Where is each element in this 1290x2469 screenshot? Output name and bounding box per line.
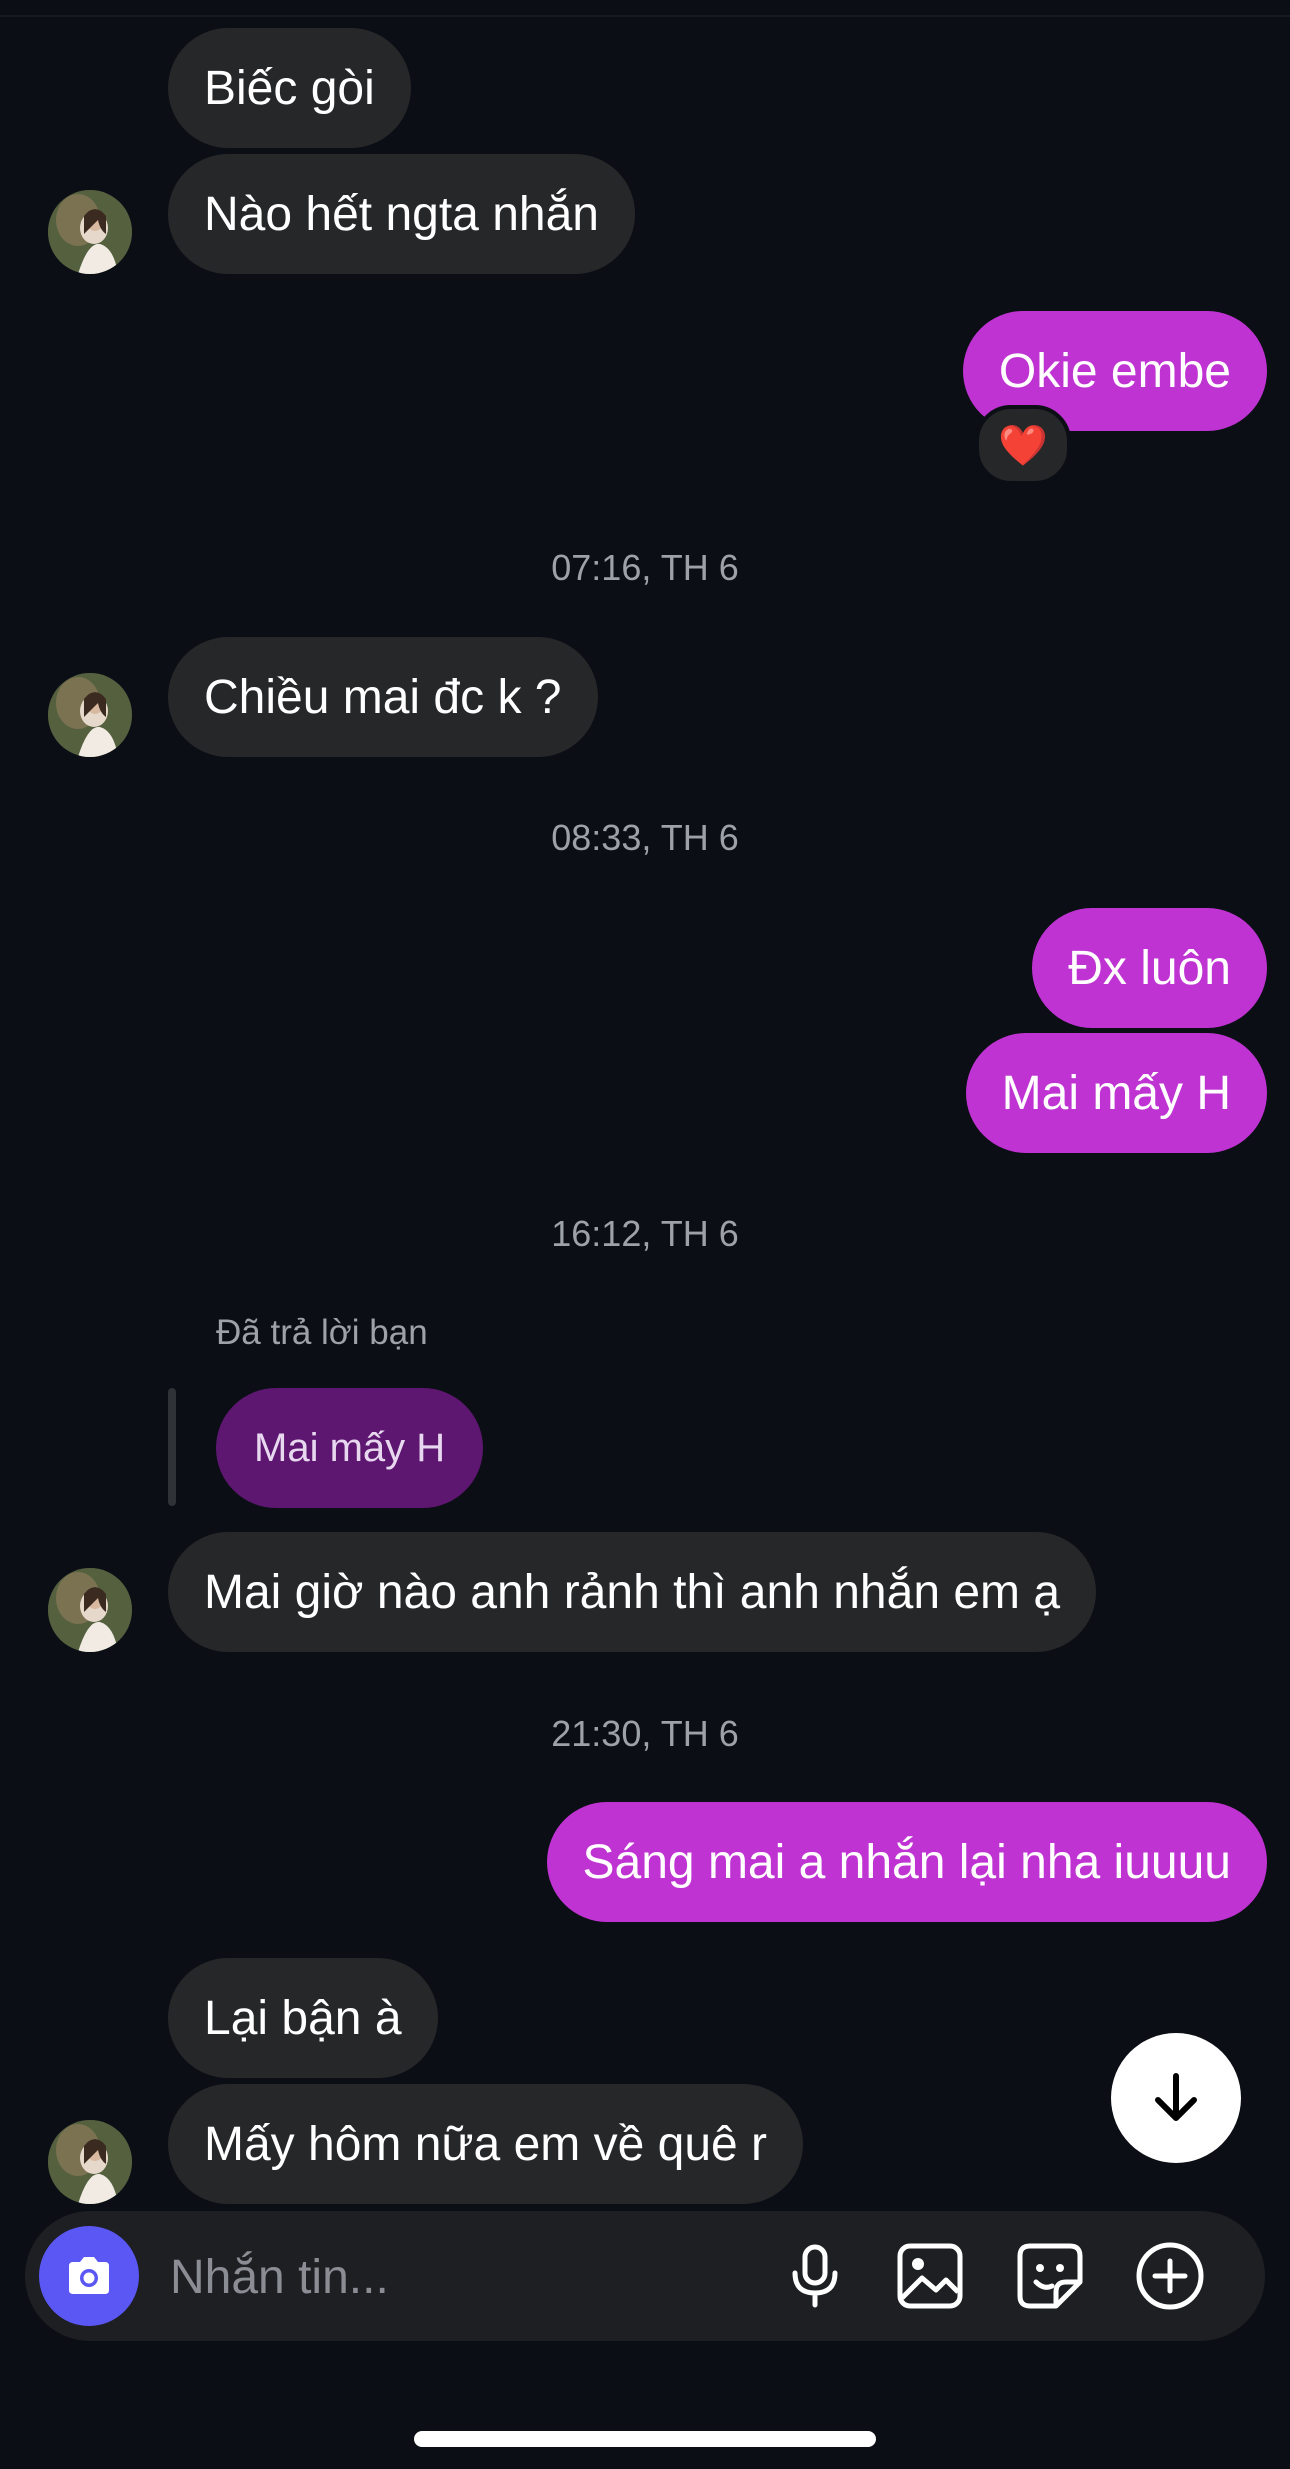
message-incoming[interactable]: Chiều mai đc k ? xyxy=(168,637,598,757)
timestamp: 16:12, TH 6 xyxy=(551,1213,739,1254)
sticker-button[interactable] xyxy=(1010,2236,1090,2316)
message-text: Sáng mai a nhắn lại nha iuuuu xyxy=(582,1835,1232,1889)
sticker-icon xyxy=(1017,2243,1083,2309)
reaction-heart[interactable]: ❤️ xyxy=(975,405,1071,485)
message-outgoing[interactable]: Đx luôn xyxy=(1032,908,1267,1028)
camera-button[interactable] xyxy=(39,2226,139,2326)
message-text: Mấy hôm nữa em về quê r xyxy=(204,2117,768,2171)
contact-avatar[interactable] xyxy=(48,190,132,274)
quoted-message[interactable]: Mai mấy H xyxy=(216,1388,484,1508)
contact-avatar[interactable] xyxy=(48,1568,132,1652)
gallery-button[interactable] xyxy=(890,2236,970,2316)
message-composer xyxy=(25,2211,1265,2341)
message-text: Nào hết ngta nhắn xyxy=(204,187,599,241)
message-incoming[interactable]: Lại bận à xyxy=(168,1958,438,2078)
more-options-button[interactable] xyxy=(1130,2236,1210,2316)
message-outgoing[interactable]: Sáng mai a nhắn lại nha iuuuu xyxy=(546,1802,1267,1922)
message-text: Okie embe xyxy=(998,344,1231,398)
plus-circle-icon xyxy=(1136,2242,1204,2310)
microphone-button[interactable] xyxy=(775,2236,855,2316)
timestamp: 21:30, TH 6 xyxy=(551,1713,739,1754)
message-text: Biếc gòi xyxy=(204,61,375,115)
arrow-down-icon xyxy=(1155,2073,1197,2121)
message-incoming[interactable]: Mai giờ nào anh rảnh thì anh nhắn em ạ xyxy=(168,1532,1097,1652)
message-outgoing[interactable]: Mai mấy H xyxy=(965,1033,1267,1153)
heart-icon: ❤️ xyxy=(998,423,1048,468)
home-indicator[interactable] xyxy=(414,2431,876,2447)
message-input[interactable] xyxy=(168,2241,772,2313)
microphone-icon xyxy=(792,2244,838,2308)
contact-avatar[interactable] xyxy=(48,673,132,757)
timestamp: 08:33, TH 6 xyxy=(551,817,739,858)
message-text: Mai giờ nào anh rảnh thì anh nhắn em ạ xyxy=(204,1565,1061,1619)
camera-icon xyxy=(69,2257,109,2294)
reply-indicator-bar xyxy=(168,1388,176,1506)
message-text: Đx luôn xyxy=(1068,941,1231,995)
header-divider xyxy=(0,15,1290,17)
contact-avatar[interactable] xyxy=(48,2120,132,2204)
image-icon xyxy=(897,2243,963,2309)
scroll-to-bottom-button[interactable] xyxy=(1111,2033,1241,2163)
reply-label: Đã trả lời bạn xyxy=(216,1313,428,1352)
message-incoming[interactable]: Nào hết ngta nhắn xyxy=(168,154,635,274)
message-text: Chiều mai đc k ? xyxy=(204,670,562,724)
message-incoming[interactable]: Biếc gòi xyxy=(168,28,411,148)
quoted-text: Mai mấy H xyxy=(254,1425,446,1470)
message-incoming[interactable]: Mấy hôm nữa em về quê r xyxy=(168,2084,804,2204)
timestamp: 07:16, TH 6 xyxy=(551,547,739,588)
message-text: Mai mấy H xyxy=(1001,1066,1231,1120)
message-text: Lại bận à xyxy=(204,1991,402,2045)
